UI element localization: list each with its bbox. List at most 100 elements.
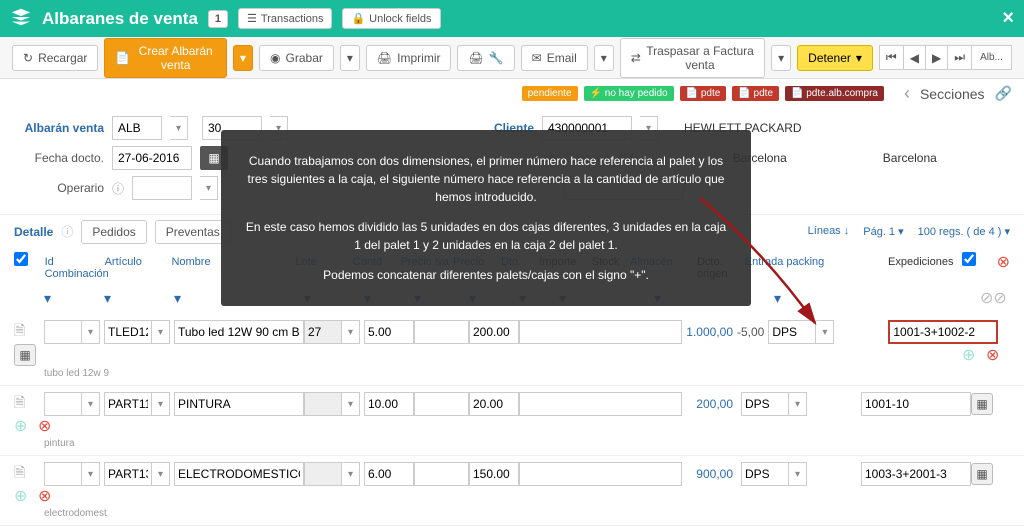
nav-type-select[interactable]: Alb... (972, 45, 1012, 70)
row-precioiva-input[interactable] (414, 392, 469, 416)
col-entrada-packing[interactable]: Entrada packing (743, 252, 848, 284)
stop-button[interactable]: Detener ▾ (797, 45, 873, 71)
close-icon[interactable]: × (1002, 7, 1014, 30)
col-check[interactable] (962, 252, 976, 266)
row-articulo-caret[interactable]: ▾ (152, 320, 170, 344)
create-button[interactable]: 📄 Crear Albarán venta (104, 38, 227, 78)
row-almacen-caret[interactable]: ▾ (789, 392, 807, 416)
row-almacen-caret[interactable]: ▾ (816, 320, 834, 344)
transfer-button[interactable]: ⇄ Traspasar a Factura venta (620, 38, 765, 78)
row-doc-icon: 🗎 (14, 322, 25, 338)
email-dropdown-caret[interactable]: ▾ (594, 45, 614, 71)
row-nombre-input[interactable] (174, 462, 304, 486)
row-cantd-input[interactable] (364, 462, 414, 486)
regs-dropdown[interactable]: 100 regs. ( de 4 ) ▾ (918, 225, 1010, 238)
save-dropdown-caret[interactable]: ▾ (340, 45, 360, 71)
row-expediciones-button[interactable]: ▦ (971, 463, 993, 485)
albaran-type-input[interactable] (112, 116, 162, 140)
row-articulo-input[interactable] (104, 392, 152, 416)
nav-first-button[interactable]: ⏮ (879, 45, 904, 70)
row-precio-input[interactable] (469, 392, 519, 416)
row-add-icon[interactable]: ⊕ (14, 418, 27, 435)
print-settings-button[interactable]: 🖨 🔧 (457, 45, 514, 71)
row-delete-icon[interactable]: ⊗ (986, 347, 999, 364)
row-expediciones-button[interactable]: ▦ (14, 344, 36, 366)
row-articulo-input[interactable] (104, 462, 152, 486)
row-lote-input[interactable] (304, 392, 342, 416)
row-almacen-input[interactable] (741, 392, 789, 416)
row-delete-icon[interactable]: ⊗ (38, 418, 51, 435)
row-add-icon[interactable]: ⊕ (962, 347, 975, 364)
row-idcomb-input[interactable] (44, 462, 82, 486)
fecha-input[interactable] (112, 146, 192, 170)
row-almacen-input[interactable] (741, 462, 789, 486)
row-idcomb-input[interactable] (44, 392, 82, 416)
row-expediciones-button[interactable]: ▦ (971, 393, 993, 415)
row-lote-caret[interactable]: ▾ (342, 462, 360, 486)
row-importe: 200,00 (682, 397, 737, 411)
row-nombre-input[interactable] (174, 320, 304, 344)
transactions-button[interactable]: ☰ Transactions (238, 8, 332, 29)
row-lote-input[interactable] (304, 462, 342, 486)
row-precioiva-input[interactable] (414, 462, 469, 486)
row-entrada-packing-input[interactable] (861, 462, 971, 486)
filter-entrada[interactable]: ▾ (774, 290, 781, 307)
tab-preventas[interactable]: Preventas (155, 220, 231, 244)
col-id-combinacion[interactable]: Id Combinación (43, 252, 103, 284)
create-dropdown-caret[interactable]: ▾ (233, 45, 253, 71)
info-icon[interactable]: ⓘ (112, 180, 124, 197)
row-cantd-input[interactable] (364, 392, 414, 416)
nav-last-button[interactable]: ⏭ (948, 45, 972, 70)
operario-caret[interactable]: ▾ (200, 176, 218, 200)
page-dropdown[interactable]: Pág. 1 ▾ (863, 225, 903, 238)
row-idcomb-input[interactable] (44, 320, 82, 344)
row-add-icon[interactable]: ⊕ (14, 488, 27, 505)
delete-all-icon[interactable]: ⊗ (997, 254, 1010, 271)
row-idcomb-caret[interactable]: ▾ (82, 392, 100, 416)
tab-detalle[interactable]: Detalle (14, 225, 53, 239)
row-precioiva-input[interactable] (414, 320, 469, 344)
albaran-type-caret[interactable]: ▾ (170, 116, 188, 140)
lineas-dropdown[interactable]: Líneas ↓ (808, 225, 850, 238)
row-almacen-input[interactable] (768, 320, 816, 344)
reload-button[interactable]: ↻ Recargar (12, 45, 98, 71)
row-precio-input[interactable] (469, 462, 519, 486)
row-lote-input[interactable] (304, 320, 342, 344)
unlock-fields-button[interactable]: 🔒 Unlock fields (342, 8, 440, 29)
row-cantd-input[interactable] (364, 320, 414, 344)
nav-next-button[interactable]: ▶ (926, 45, 948, 70)
filter-idcomb[interactable]: ▾ (44, 290, 51, 307)
row-idcomb-caret[interactable]: ▾ (82, 462, 100, 486)
row-lote-caret[interactable]: ▾ (342, 392, 360, 416)
nav-prev-button[interactable]: ◀ (904, 45, 926, 70)
filter-articulo[interactable]: ▾ (104, 290, 111, 307)
print-button[interactable]: 🖨 Imprimir (366, 45, 452, 71)
target-icon: ◉ (270, 51, 280, 65)
row-almacen-caret[interactable]: ▾ (789, 462, 807, 486)
tab-pedidos[interactable]: Pedidos (81, 220, 146, 244)
email-button[interactable]: ✉ Email (521, 45, 588, 71)
row-articulo-input[interactable] (104, 320, 152, 344)
save-button[interactable]: ◉ Grabar (259, 45, 334, 71)
transfer-dropdown-caret[interactable]: ▾ (771, 45, 791, 71)
col-expediciones[interactable]: Expediciones (886, 252, 962, 284)
row-precio-input[interactable] (469, 320, 519, 344)
filter-nombre[interactable]: ▾ (174, 290, 181, 307)
row-entrada-packing-input[interactable] (888, 320, 998, 344)
row-delete-icon[interactable]: ⊗ (38, 488, 51, 505)
row-idcomb-caret[interactable]: ▾ (82, 320, 100, 344)
row-articulo-caret[interactable]: ▾ (152, 392, 170, 416)
operario-input[interactable] (132, 176, 192, 200)
select-all-checkbox[interactable] (14, 252, 28, 266)
tab-info-icon[interactable]: ⓘ (61, 223, 73, 240)
row-dto-input[interactable] (519, 320, 682, 344)
row-articulo-caret[interactable]: ▾ (152, 462, 170, 486)
row-nombre-input[interactable] (174, 392, 304, 416)
row-dto-input[interactable] (519, 462, 682, 486)
col-articulo[interactable]: Artículo (103, 252, 170, 284)
sections-toggle[interactable]: ‹ Secciones 🔗 (904, 83, 1012, 104)
row-lote-caret[interactable]: ▾ (342, 320, 360, 344)
row-entrada-packing-input[interactable] (861, 392, 971, 416)
link-row-icon[interactable]: ⊘⊘ (980, 288, 1010, 308)
row-dto-input[interactable] (519, 392, 682, 416)
